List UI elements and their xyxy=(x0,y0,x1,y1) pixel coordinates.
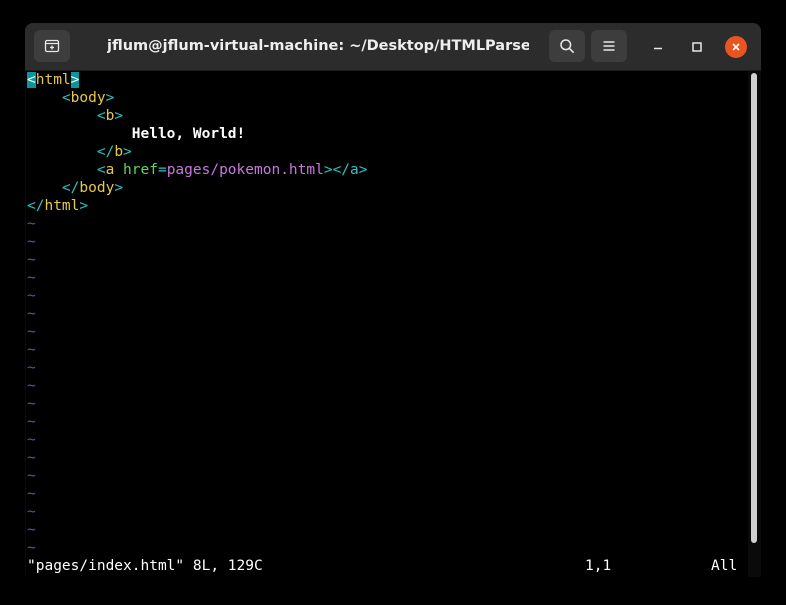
tag-name: body xyxy=(79,180,115,196)
empty-line-marker: ~ xyxy=(27,522,36,538)
empty-line-marker: ~ xyxy=(27,396,36,412)
empty-line-marker: ~ xyxy=(27,324,36,340)
new-tab-button[interactable] xyxy=(34,30,70,62)
editor-line-3: <b> xyxy=(27,107,123,125)
tag-bracket: > xyxy=(70,72,80,88)
tag-bracket: > xyxy=(323,162,333,178)
bold-text-content: Hello, World! xyxy=(131,126,246,142)
editor-line-4: Hello, World! xyxy=(27,125,246,143)
tag-bracket: < xyxy=(96,108,106,124)
editor-cursor: < xyxy=(27,72,36,88)
hamburger-menu-icon xyxy=(603,41,615,51)
terminal-window: jflum@jflum-virtual-machine: ~/Desktop/H… xyxy=(25,23,761,577)
empty-line-marker: ~ xyxy=(27,270,36,286)
maximize-icon xyxy=(692,42,702,52)
close-button[interactable] xyxy=(725,36,747,58)
status-file-info: "pages/index.html" 8L, 129C xyxy=(27,558,263,574)
editor-line-7: </body> xyxy=(27,179,123,197)
terminal-viewport[interactable]: <html> <body> <b> Hello, World! </b> <a … xyxy=(26,71,748,577)
empty-line-marker: ~ xyxy=(27,432,36,448)
attr-name: href xyxy=(123,162,158,178)
attr-value: pages/pokemon.html xyxy=(166,162,324,178)
tag-bracket: </ xyxy=(27,198,45,214)
empty-line-marker: ~ xyxy=(27,540,36,556)
search-button[interactable] xyxy=(549,30,585,62)
maximize-button[interactable] xyxy=(686,36,708,58)
empty-line-marker: ~ xyxy=(27,504,36,520)
scrollbar[interactable] xyxy=(751,73,757,543)
tag-bracket: < xyxy=(96,162,106,178)
tag-name: b xyxy=(114,144,124,160)
window-title: jflum@jflum-virtual-machine: ~/Desktop/H… xyxy=(107,38,529,54)
tag-bracket: > xyxy=(123,144,132,160)
empty-line-marker: ~ xyxy=(27,342,36,358)
empty-line-marker: ~ xyxy=(27,378,36,394)
minimize-icon xyxy=(654,47,662,50)
menu-button[interactable] xyxy=(591,30,627,62)
close-icon xyxy=(732,43,740,51)
tag-bracket: < xyxy=(61,90,71,106)
tag-name: html xyxy=(44,198,80,214)
closing-tag: </a> xyxy=(332,162,368,178)
attr-equals: = xyxy=(157,162,167,178)
tag-bracket: > xyxy=(114,108,124,124)
tag-bracket: > xyxy=(79,198,89,214)
editor-line-8: </html> xyxy=(27,197,88,215)
editor-line-5: </b> xyxy=(27,143,132,161)
tag-name: b xyxy=(105,108,115,124)
tag-bracket: > xyxy=(114,180,124,196)
empty-line-marker: ~ xyxy=(27,234,36,250)
editor-line-1: <html> xyxy=(27,71,80,89)
tag-bracket: </ xyxy=(96,144,115,160)
empty-line-marker: ~ xyxy=(27,306,36,322)
status-scroll-position: All xyxy=(711,558,738,574)
empty-line-marker: ~ xyxy=(27,414,36,430)
empty-line-marker: ~ xyxy=(27,216,36,232)
editor-line-2: <body> xyxy=(27,89,114,107)
empty-line-marker: ~ xyxy=(27,288,36,304)
status-cursor-position: 1,1 xyxy=(585,558,612,574)
empty-line-marker: ~ xyxy=(27,450,36,466)
new-tab-icon xyxy=(44,39,60,53)
empty-line-marker: ~ xyxy=(27,252,36,268)
minimize-button[interactable] xyxy=(647,36,669,58)
empty-line-marker: ~ xyxy=(27,360,36,376)
empty-line-marker: ~ xyxy=(27,486,36,502)
tag-bracket: </ xyxy=(61,180,80,196)
empty-line-marker: ~ xyxy=(27,468,36,484)
tag-bracket: > xyxy=(105,90,115,106)
tag-name: a xyxy=(105,162,115,178)
titlebar: jflum@jflum-virtual-machine: ~/Desktop/H… xyxy=(25,23,761,71)
editor-line-6: <a href=pages/pokemon.html></a> xyxy=(27,161,368,179)
tag-name: body xyxy=(70,90,106,106)
search-icon xyxy=(560,39,574,53)
tag-name: html xyxy=(35,72,71,88)
